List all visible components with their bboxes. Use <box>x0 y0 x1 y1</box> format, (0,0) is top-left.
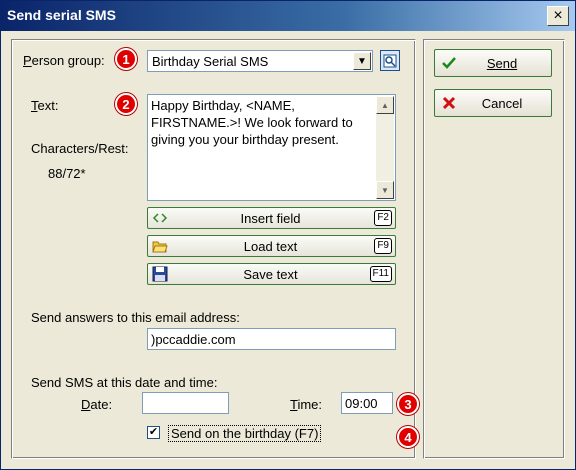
close-icon: × <box>553 7 563 24</box>
time-label-rest: ime: <box>297 397 323 412</box>
scroll-up-icon[interactable]: ▲ <box>376 96 394 114</box>
cancel-label: Cancel <box>481 96 523 111</box>
insert-field-label: Insert field <box>240 211 301 226</box>
load-text-label: Load text <box>243 239 298 254</box>
callout-badge-3: 3 <box>397 393 419 415</box>
checkmark-icon: ✔ <box>148 426 159 438</box>
email-label: Send answers to this email address: <box>31 310 240 325</box>
send-label: Send <box>486 56 518 71</box>
birthday-checkbox-label[interactable]: Send on the birthday (F7) <box>168 425 322 442</box>
floppy-disk-icon <box>152 266 168 282</box>
close-button[interactable]: × <box>547 6 569 26</box>
red-x-icon <box>442 96 456 110</box>
title-bar: Send serial SMS × <box>1 1 575 31</box>
scroll-down-icon[interactable]: ▼ <box>376 181 394 199</box>
send-button[interactable]: Send <box>434 49 552 77</box>
text-label-rest: ext: <box>37 98 59 113</box>
email-field[interactable]: )pccaddie.com <box>147 328 396 350</box>
text-label: Text: <box>31 98 59 113</box>
send-serial-sms-dialog: Send serial SMS × Person group: 1 Birthd… <box>0 0 576 470</box>
person-group-select[interactable]: Birthday Serial SMS ▼ <box>147 50 373 72</box>
date-label: Date: <box>81 397 113 412</box>
insert-field-button[interactable]: Insert field F2 <box>147 207 396 229</box>
person-group-label: Person group: <box>23 53 105 68</box>
folder-open-icon <box>152 241 168 253</box>
window-title: Send serial SMS <box>7 7 116 23</box>
insert-field-shortcut: F2 <box>374 210 392 226</box>
time-label: Time: <box>290 397 323 412</box>
characters-rest-label: Characters/Rest: <box>31 141 129 156</box>
date-field[interactable] <box>142 392 229 414</box>
save-text-shortcut: F11 <box>369 266 392 282</box>
time-field[interactable]: 09:00 <box>341 392 393 414</box>
save-text-label: Save text <box>243 267 298 282</box>
insert-field-icon <box>152 213 168 223</box>
cancel-button[interactable]: Cancel <box>434 89 552 117</box>
characters-rest-value: 88/72* <box>48 166 86 181</box>
chevron-down-icon[interactable]: ▼ <box>353 52 371 70</box>
save-text-button[interactable]: Save text F11 <box>147 263 396 285</box>
person-group-label-rest: erson group: <box>31 53 105 68</box>
datetime-label: Send SMS at this date and time: <box>31 375 218 390</box>
birthday-checkbox[interactable]: ✔ <box>147 426 160 439</box>
callout-badge-1: 1 <box>115 48 137 70</box>
load-text-shortcut: F9 <box>374 238 392 254</box>
time-value: 09:00 <box>345 396 378 411</box>
message-text: Happy Birthday, <NAME, FIRSTNAME.>! We l… <box>151 98 353 147</box>
load-text-button[interactable]: Load text F9 <box>147 235 396 257</box>
checkmark-icon <box>442 57 456 69</box>
search-icon <box>383 54 397 67</box>
search-button[interactable] <box>380 50 400 71</box>
email-value: )pccaddie.com <box>151 332 236 347</box>
date-label-rest: ate: <box>90 397 113 412</box>
message-scrollbar[interactable]: ▲ ▼ <box>376 96 394 199</box>
callout-badge-2: 2 <box>115 93 137 115</box>
person-group-value: Birthday Serial SMS <box>152 54 269 69</box>
callout-badge-4: 4 <box>397 426 419 448</box>
message-textarea[interactable]: Happy Birthday, <NAME, FIRSTNAME.>! We l… <box>147 94 396 201</box>
